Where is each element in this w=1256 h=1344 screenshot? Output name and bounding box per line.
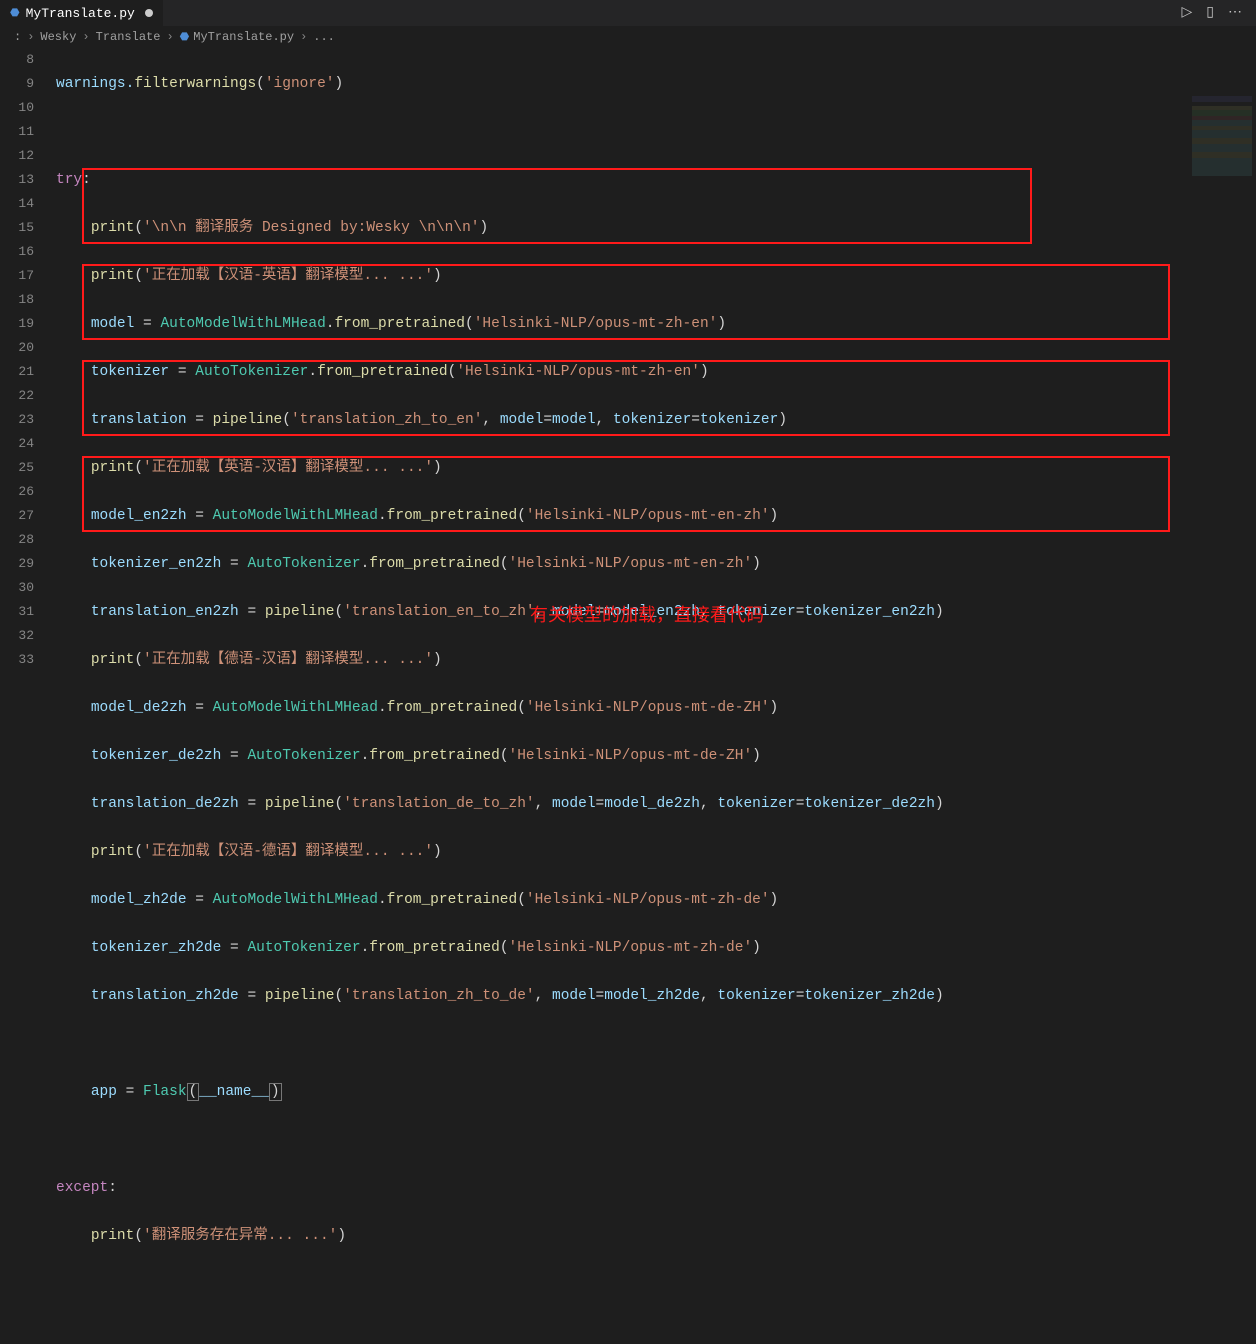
code-line[interactable]: tokenizer_de2zh = AutoTokenizer.from_pre…	[56, 744, 944, 768]
line-number: 27	[0, 504, 34, 528]
line-number: 18	[0, 288, 34, 312]
line-number: 25	[0, 456, 34, 480]
code-line[interactable]: print('正在加载【德语-汉语】翻译模型... ...')	[56, 648, 944, 672]
code-line[interactable]: model = AutoModelWithLMHead.from_pretrai…	[56, 312, 944, 336]
line-number: 11	[0, 120, 34, 144]
line-number: 21	[0, 360, 34, 384]
editor-actions: ▷ ▯ ⋯	[1182, 4, 1243, 21]
line-number: 12	[0, 144, 34, 168]
code-line[interactable]: app = Flask(__name__)	[56, 1080, 944, 1104]
code-line[interactable]: model_de2zh = AutoModelWithLMHead.from_p…	[56, 696, 944, 720]
code-line[interactable]: print('翻译服务存在异常... ...')	[56, 1224, 944, 1248]
line-number: 20	[0, 336, 34, 360]
python-file-icon: ⬣	[180, 30, 190, 44]
breadcrumb-item[interactable]: Wesky	[40, 30, 76, 44]
code-line[interactable]: translation_zh2de = pipeline('translatio…	[56, 984, 944, 1008]
line-number: 30	[0, 576, 34, 600]
line-number: 23	[0, 408, 34, 432]
line-number: 8	[0, 48, 34, 72]
line-number: 29	[0, 552, 34, 576]
line-number: 28	[0, 528, 34, 552]
annotation-text: 有关模型的加载，直接看代码	[530, 601, 764, 627]
line-number: 19	[0, 312, 34, 336]
code-line[interactable]: tokenizer_zh2de = AutoTokenizer.from_pre…	[56, 936, 944, 960]
minimap[interactable]	[1192, 96, 1252, 196]
code-line[interactable]: model_zh2de = AutoModelWithLMHead.from_p…	[56, 888, 944, 912]
code-content[interactable]: warnings.filterwarnings('ignore') try: p…	[56, 48, 944, 1344]
code-line[interactable]: translation_en2zh = pipeline('translatio…	[56, 600, 944, 624]
editor-tab[interactable]: ⬣ MyTranslate.py	[0, 0, 163, 26]
code-line[interactable]: tokenizer_en2zh = AutoTokenizer.from_pre…	[56, 552, 944, 576]
line-number: 32	[0, 624, 34, 648]
code-line[interactable]: except:	[56, 1176, 944, 1200]
breadcrumb-item[interactable]: :	[14, 30, 21, 44]
breadcrumb-item[interactable]: ...	[313, 30, 335, 44]
code-line[interactable]	[56, 120, 944, 144]
chevron-right-icon: ›	[300, 30, 307, 44]
code-line[interactable]: print('正在加载【汉语-英语】翻译模型... ...')	[56, 264, 944, 288]
code-line[interactable]: translation_de2zh = pipeline('translatio…	[56, 792, 944, 816]
line-number: 33	[0, 648, 34, 672]
tab-bar: ⬣ MyTranslate.py	[0, 0, 1256, 26]
breadcrumb[interactable]: : › Wesky › Translate › ⬣ MyTranslate.py › .…	[0, 26, 1256, 48]
line-number: 14	[0, 192, 34, 216]
line-number-gutter: 8910111213141516171819202122232425262728…	[0, 48, 44, 672]
line-number: 24	[0, 432, 34, 456]
split-editor-icon[interactable]: ▯	[1206, 4, 1214, 21]
code-line[interactable]: warnings.filterwarnings('ignore')	[56, 72, 944, 96]
chevron-right-icon: ›	[82, 30, 89, 44]
breadcrumb-item[interactable]: MyTranslate.py	[193, 30, 294, 44]
chevron-right-icon: ›	[27, 30, 34, 44]
python-file-icon: ⬣	[10, 6, 20, 20]
code-line[interactable]: try:	[56, 168, 944, 192]
line-number: 17	[0, 264, 34, 288]
modified-indicator-icon	[145, 9, 153, 17]
line-number: 13	[0, 168, 34, 192]
line-number: 22	[0, 384, 34, 408]
more-actions-icon[interactable]: ⋯	[1228, 4, 1242, 21]
code-editor[interactable]: 8910111213141516171819202122232425262728…	[0, 48, 1256, 705]
run-icon[interactable]: ▷	[1182, 4, 1193, 21]
line-number: 10	[0, 96, 34, 120]
code-line[interactable]	[56, 1032, 944, 1056]
line-number: 16	[0, 240, 34, 264]
line-number: 15	[0, 216, 34, 240]
code-line[interactable]: print('正在加载【英语-汉语】翻译模型... ...')	[56, 456, 944, 480]
breadcrumb-item[interactable]: Translate	[96, 30, 161, 44]
line-number: 26	[0, 480, 34, 504]
chevron-right-icon: ›	[166, 30, 173, 44]
line-number: 9	[0, 72, 34, 96]
code-line[interactable]: tokenizer = AutoTokenizer.from_pretraine…	[56, 360, 944, 384]
code-line[interactable]	[56, 1128, 944, 1152]
code-line[interactable]: model_en2zh = AutoModelWithLMHead.from_p…	[56, 504, 944, 528]
code-line[interactable]	[56, 1272, 944, 1296]
line-number: 31	[0, 600, 34, 624]
code-line[interactable]: print('正在加载【汉语-德语】翻译模型... ...')	[56, 840, 944, 864]
tab-filename: MyTranslate.py	[26, 6, 135, 21]
code-line[interactable]: print('\n\n 翻译服务 Designed by:Wesky \n\n\…	[56, 216, 944, 240]
code-line[interactable]: translation = pipeline('translation_zh_t…	[56, 408, 944, 432]
